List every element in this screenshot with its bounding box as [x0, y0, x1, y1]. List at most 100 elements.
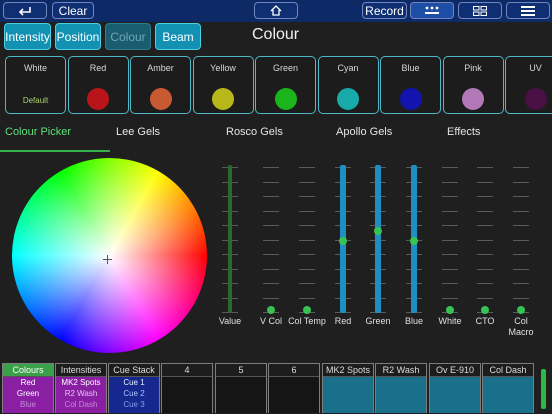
- fader-v-col[interactable]: [256, 163, 286, 315]
- fader-tick: [442, 167, 458, 168]
- fader-tick: [299, 196, 315, 197]
- colour-preset-bar: White Default Red Amber Yellow Green Cyan Blue P…: [0, 54, 552, 116]
- preset-red[interactable]: Red: [67, 56, 129, 114]
- fader-tick: [263, 297, 279, 299]
- fader-value[interactable]: [215, 163, 245, 315]
- fader-tick: [477, 268, 493, 270]
- master-level-indicator[interactable]: [541, 369, 546, 409]
- fader-tick: [513, 239, 529, 241]
- preset-swatch: [337, 88, 359, 110]
- fixture-group-icon: [424, 6, 440, 16]
- preset-uv[interactable]: UV: [505, 56, 552, 114]
- fader-tick: [477, 254, 493, 255]
- tab-rosco-gels[interactable]: Rosco Gels: [226, 126, 283, 138]
- fader-tick: [263, 167, 279, 168]
- tab-intensity[interactable]: Intensity: [4, 23, 51, 50]
- fader-tick: [513, 210, 529, 212]
- tab-colour-picker[interactable]: Colour Picker: [5, 126, 71, 138]
- fader-tick: [477, 196, 493, 197]
- tab-lee-gels[interactable]: Lee Gels: [116, 126, 160, 138]
- fader-tick: [263, 239, 279, 241]
- fader-label: Col Macro: [508, 316, 534, 337]
- preset-amber[interactable]: Amber: [130, 56, 191, 114]
- playback-body: [323, 377, 373, 413]
- fader-tick: [299, 167, 315, 168]
- preset-green[interactable]: Green: [255, 56, 316, 114]
- home-button[interactable]: [254, 2, 298, 19]
- preset-label: White: [23, 63, 47, 73]
- menu-button[interactable]: [506, 2, 550, 19]
- playback-4[interactable]: 4: [161, 363, 213, 413]
- grid-view-button[interactable]: [458, 2, 502, 19]
- fader-label: Blue: [404, 316, 423, 326]
- tab-colour[interactable]: Colour: [105, 23, 151, 50]
- fader-handle[interactable]: [410, 237, 418, 245]
- fader-cto[interactable]: [470, 163, 500, 315]
- fader-tick: [513, 181, 529, 183]
- fader-tick: [513, 225, 529, 226]
- playback-colours[interactable]: Colours Red Green Blue: [2, 363, 54, 413]
- fader-label: Red: [334, 316, 352, 326]
- playback-bar: Colours Red Green Blue Intensities MK2 Spots R…: [0, 361, 552, 414]
- playback-mk2-spots[interactable]: MK2 Spots: [322, 363, 374, 413]
- tab-apollo-gels[interactable]: Apollo Gels: [336, 126, 392, 138]
- fader-tick: [299, 239, 315, 241]
- fader-tick: [513, 268, 529, 270]
- preset-label: Amber: [147, 63, 174, 73]
- fader-white[interactable]: [435, 163, 465, 315]
- preset-swatch: [212, 88, 234, 110]
- preset-swatch: [149, 88, 172, 110]
- preset-label: Pink: [464, 63, 482, 73]
- playback-ov-e-910[interactable]: Ov E-910: [429, 363, 481, 413]
- fader-handle[interactable]: [339, 237, 347, 245]
- playback-title: Col Dash: [483, 364, 533, 377]
- fader-col-macro[interactable]: [506, 163, 536, 315]
- playback-line: Blue: [19, 400, 36, 409]
- fader-tick: [477, 210, 493, 212]
- preset-swatch: [274, 88, 297, 110]
- grid-icon: [473, 5, 487, 16]
- playback-r2-wash[interactable]: R2 Wash: [375, 363, 427, 413]
- fader-tick: [442, 181, 458, 183]
- fader-tick: [263, 225, 279, 226]
- playback-title: Colours: [3, 364, 53, 377]
- preset-yellow[interactable]: Yellow: [192, 56, 254, 114]
- fader-green[interactable]: [363, 163, 393, 315]
- playback-title: Cue Stack: [109, 364, 159, 377]
- fader-tick: [442, 297, 458, 299]
- fader-tick: [513, 297, 529, 299]
- playback-col-dash[interactable]: Col Dash: [482, 363, 534, 413]
- fader-label: Green: [365, 316, 391, 326]
- record-button[interactable]: Record: [362, 2, 407, 19]
- fader-red[interactable]: [328, 163, 358, 315]
- playback-cue-stack[interactable]: Cue Stack Cue 1 Cue 2 Cue 3: [108, 363, 160, 413]
- preset-default-label: Default: [22, 96, 49, 105]
- preset-blue[interactable]: Blue: [380, 56, 441, 114]
- playback-title: MK2 Spots: [323, 364, 373, 377]
- preset-pink[interactable]: Pink: [442, 56, 504, 114]
- clear-button[interactable]: Clear: [52, 2, 94, 19]
- preset-cyan[interactable]: Cyan: [317, 56, 379, 114]
- fixture-group-button[interactable]: [410, 2, 454, 19]
- preset-white[interactable]: White Default: [5, 56, 66, 114]
- fader-tick: [477, 225, 493, 226]
- playback-intensities[interactable]: Intensities MK2 Spots R2 Wash Col Dash: [55, 363, 107, 413]
- back-button[interactable]: [3, 2, 47, 19]
- fader-tick: [477, 167, 493, 168]
- active-tab-underline: [0, 150, 110, 152]
- fader-label: V Col: [259, 316, 282, 326]
- fader-tick: [299, 297, 315, 299]
- playback-5[interactable]: 5: [215, 363, 267, 413]
- fader-handle[interactable]: [374, 226, 382, 235]
- tab-effects[interactable]: Effects: [447, 126, 480, 138]
- fader-col-temp[interactable]: [292, 163, 322, 315]
- fader-tick: [263, 268, 279, 270]
- tab-position[interactable]: Position: [55, 23, 101, 50]
- hamburger-menu-icon: [521, 5, 535, 16]
- playback-title: R2 Wash: [376, 364, 426, 377]
- playback-body: [269, 377, 319, 413]
- tab-beam[interactable]: Beam: [155, 23, 201, 50]
- fader-blue[interactable]: [399, 163, 429, 315]
- playback-6[interactable]: 6: [268, 363, 320, 413]
- playback-title: 4: [162, 364, 212, 377]
